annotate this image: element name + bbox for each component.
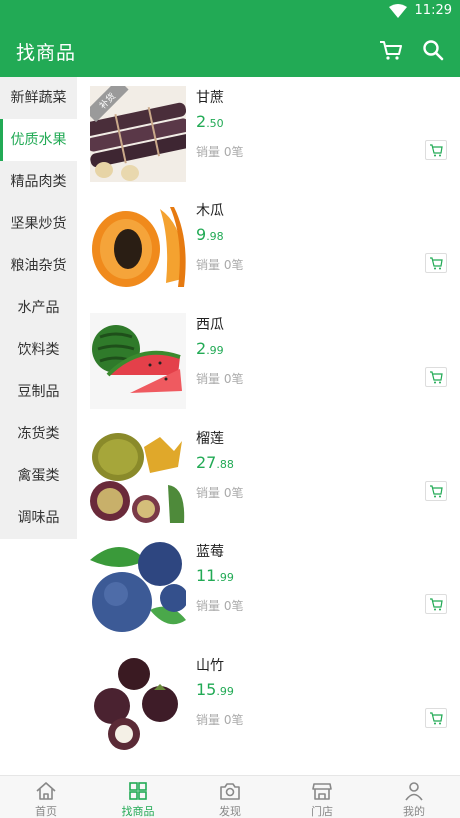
add-to-cart-button[interactable] [425,367,447,387]
sidebar-item-grocery[interactable]: 粮油杂货 [0,245,77,287]
sidebar-item-seasoning[interactable]: 调味品 [0,497,77,539]
product-image-watermelon [90,313,186,409]
price-integer: 9 [196,225,207,244]
grid-icon [129,782,147,800]
product-name: 甘蔗 [196,90,224,106]
home-icon [36,782,56,800]
product-item[interactable]: 蓝莓 11.99 销量 0笔 [77,531,460,644]
product-name: 蓝莓 [196,544,224,560]
sidebar-item-drinks[interactable]: 饮料类 [0,329,77,371]
wifi-icon [388,3,407,18]
product-item[interactable]: 榴莲 27.88 销量 0笔 [77,418,460,531]
product-name: 山竹 [196,658,224,674]
nav-discover-label: 发现 [219,805,241,818]
product-image-sugarcane: 补货 [90,86,186,182]
product-item[interactable]: 木瓜 9.98 销量 0笔 [77,190,460,303]
user-icon [405,782,423,801]
price-decimal: .99 [206,344,224,357]
search-icon[interactable] [420,37,446,63]
product-name: 木瓜 [196,203,224,219]
sidebar-item-meat[interactable]: 精品肉类 [0,161,77,203]
cart-icon [430,597,443,610]
product-image-durian [90,427,186,523]
product-item[interactable]: 补货 甘蔗 2.50 销量 0笔 [77,77,460,190]
nav-home[interactable]: 首页 [0,776,92,818]
price-integer: 2 [196,339,207,358]
product-sales: 销量 0笔 [196,599,244,613]
page-title: 找商品 [16,42,77,64]
nav-profile[interactable]: 我的 [368,776,460,818]
product-price: 2.99 [196,339,224,358]
price-decimal: .50 [206,117,224,130]
price-integer: 11 [196,566,217,585]
sidebar-item-tofu[interactable]: 豆制品 [0,371,77,413]
nav-home-label: 首页 [35,805,57,818]
product-item[interactable]: 山竹 15.99 销量 0笔 [77,645,460,758]
price-integer: 15 [196,680,217,699]
cart-icon[interactable] [378,37,404,63]
add-to-cart-button[interactable] [425,594,447,614]
price-decimal: .98 [206,230,224,243]
add-to-cart-button[interactable] [425,481,447,501]
product-price: 15.99 [196,680,234,699]
product-list: 补货 甘蔗 2.50 销量 0笔 木瓜 9.98 销量 0笔 西瓜 2.99 销… [77,77,460,775]
product-image-papaya [90,199,186,295]
product-sales: 销量 0笔 [196,258,244,272]
price-decimal: .88 [216,458,234,471]
product-item[interactable]: 西瓜 2.99 销量 0笔 [77,304,460,417]
nav-store[interactable]: 门店 [276,776,368,818]
nav-profile-label: 我的 [403,805,425,818]
nav-find-products[interactable]: 找商品 [92,776,184,818]
product-image-blueberry [90,540,186,636]
store-icon [312,783,332,800]
add-to-cart-button[interactable] [425,708,447,728]
status-time: 11:29 [414,3,452,18]
sidebar-item-seafood[interactable]: 水产品 [0,287,77,329]
bottom-nav: 首页 找商品 发现 门店 我的 [0,775,460,818]
cart-icon [430,256,443,269]
status-bar: 11:29 [0,0,460,24]
product-price: 11.99 [196,566,234,585]
add-to-cart-button[interactable] [425,140,447,160]
sidebar-item-eggs[interactable]: 禽蛋类 [0,455,77,497]
sidebar-item-frozen[interactable]: 冻货类 [0,413,77,455]
product-sales: 销量 0笔 [196,486,244,500]
sidebar-blank [0,539,77,775]
product-price: 27.88 [196,453,234,472]
cart-icon [430,143,443,156]
product-sales: 销量 0笔 [196,372,244,386]
product-price: 9.98 [196,225,224,244]
price-decimal: .99 [216,571,234,584]
cart-icon [430,370,443,383]
nav-store-label: 门店 [311,805,333,818]
camera-icon [220,783,240,800]
add-to-cart-button[interactable] [425,253,447,273]
price-integer: 27 [196,453,217,472]
category-sidebar: 新鲜蔬菜 优质水果 精品肉类 坚果炒货 粮油杂货 水产品 饮料类 豆制品 冻货类… [0,77,77,775]
sidebar-item-vegetables[interactable]: 新鲜蔬菜 [0,77,77,119]
product-image-mangosteen [90,654,186,750]
cart-icon [430,484,443,497]
product-name: 榴莲 [196,431,224,447]
sidebar-item-fruits[interactable]: 优质水果 [0,119,77,161]
product-sales: 销量 0笔 [196,713,244,727]
product-name: 西瓜 [196,317,224,333]
nav-discover[interactable]: 发现 [184,776,276,818]
price-decimal: .99 [216,685,234,698]
cart-icon [430,711,443,724]
app-bar: 找商品 [0,24,460,77]
product-price: 2.50 [196,112,224,131]
nav-find-products-label: 找商品 [121,805,155,818]
price-integer: 2 [196,112,207,131]
sidebar-item-nuts[interactable]: 坚果炒货 [0,203,77,245]
product-sales: 销量 0笔 [196,145,244,159]
